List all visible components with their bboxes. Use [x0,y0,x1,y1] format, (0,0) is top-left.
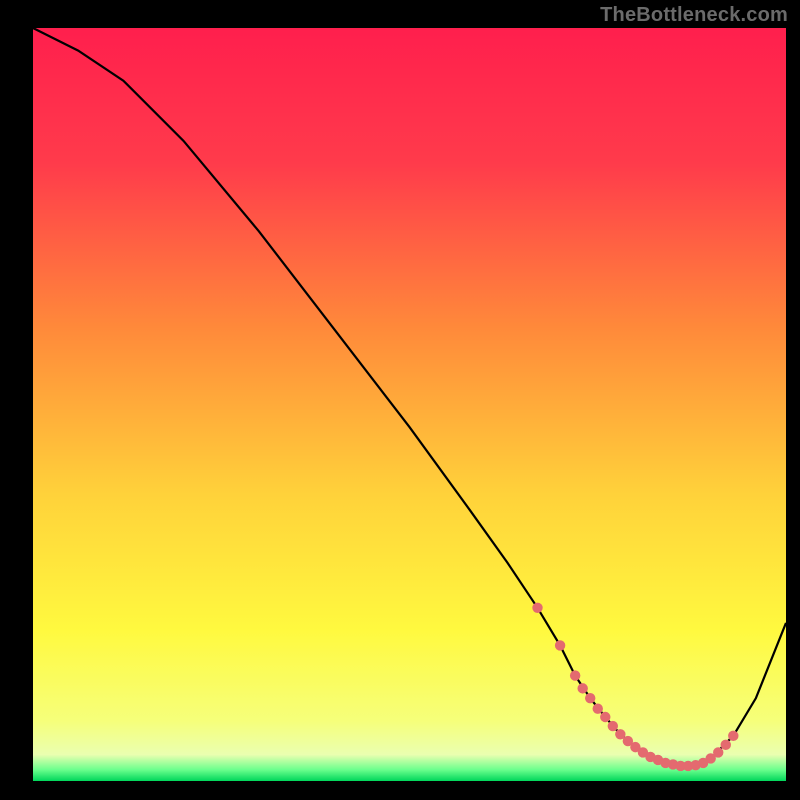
optimal-dot [577,683,587,693]
optimal-dot [728,731,738,741]
gradient-background [33,28,786,781]
optimal-dot [555,640,565,650]
attribution-text: TheBottleneck.com [600,4,788,27]
optimal-dot [600,712,610,722]
optimal-dot [585,693,595,703]
optimal-dot [593,704,603,714]
bottleneck-chart [33,28,786,781]
optimal-dot [608,721,618,731]
optimal-dot [721,740,731,750]
optimal-dot [570,670,580,680]
optimal-dot [532,603,542,613]
optimal-dot [713,747,723,757]
